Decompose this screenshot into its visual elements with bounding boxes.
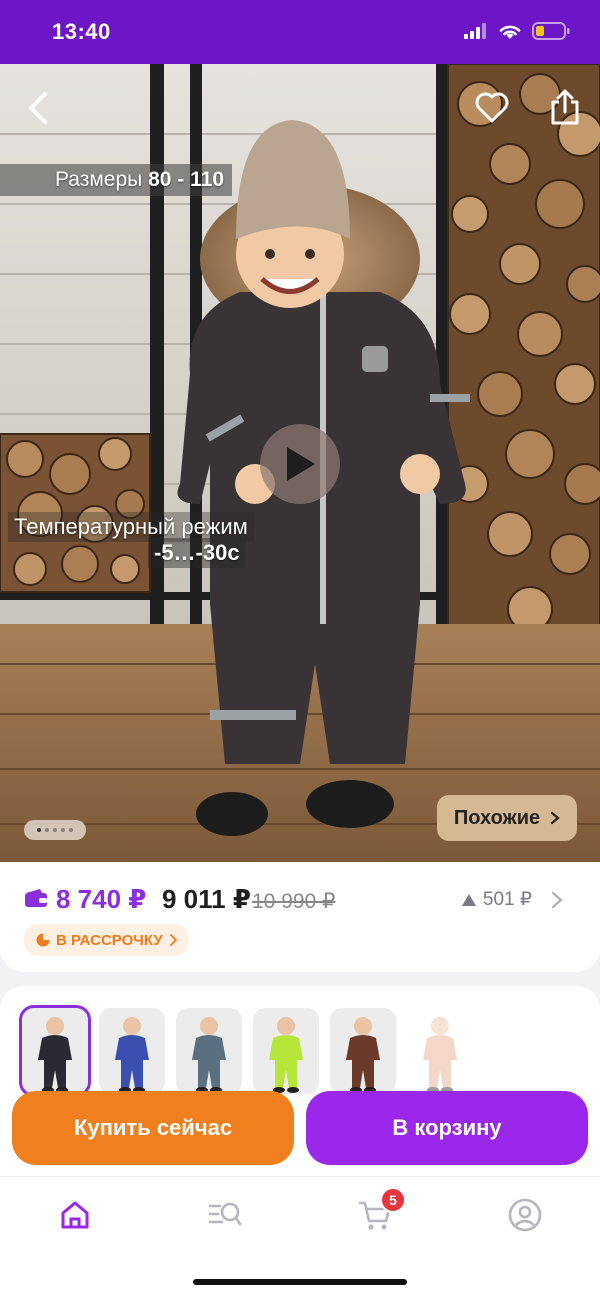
wifi-icon bbox=[499, 25, 521, 39]
status-time: 13:40 bbox=[52, 19, 111, 44]
variant-thumbnail[interactable] bbox=[19, 1005, 91, 1097]
back-button[interactable] bbox=[18, 86, 58, 130]
nav-profile[interactable] bbox=[500, 1195, 550, 1235]
pagination-dot bbox=[45, 828, 49, 832]
overall-figure-icon bbox=[38, 1017, 72, 1093]
price-card: 8 740 ₽ 9 011 ₽ 10 990 ₽ 501 ₽ В РАССРОЧ… bbox=[0, 862, 600, 972]
status-icons bbox=[464, 22, 570, 40]
home-indicator bbox=[193, 1279, 407, 1285]
overall-figure-icon bbox=[423, 1017, 457, 1093]
points-value: 501 ₽ bbox=[482, 889, 532, 910]
pie-chart-icon bbox=[36, 933, 50, 947]
variant-thumbnail[interactable] bbox=[176, 1008, 242, 1094]
chevron-right-icon bbox=[169, 934, 177, 946]
pagination-dot bbox=[37, 828, 41, 832]
chevron-left-icon bbox=[29, 92, 47, 124]
overall-figure-icon bbox=[269, 1017, 303, 1093]
chevron-right-icon bbox=[551, 891, 563, 908]
variant-thumbnail[interactable] bbox=[330, 1008, 396, 1094]
installment-label: В РАССРОЧКУ bbox=[56, 931, 163, 949]
product-gallery[interactable]: Размеры 80 - 110 Температурный режим -5…… bbox=[0, 64, 600, 862]
battery-icon bbox=[532, 22, 570, 40]
gallery-pagination bbox=[24, 820, 86, 840]
chevron-right-icon bbox=[551, 811, 560, 825]
home-icon bbox=[61, 1201, 89, 1229]
catalog-search-icon bbox=[208, 1202, 242, 1226]
play-video-button[interactable] bbox=[260, 424, 340, 504]
temperature-value: -5…-30с bbox=[148, 538, 246, 568]
favorite-button[interactable] bbox=[470, 86, 514, 130]
installment-button[interactable]: В РАССРОЧКУ bbox=[24, 924, 189, 956]
triangle-up-icon bbox=[461, 893, 476, 906]
nav-cart[interactable]: 5 bbox=[350, 1187, 406, 1235]
cart-badge: 5 bbox=[380, 1187, 406, 1213]
variant-thumbnail[interactable] bbox=[253, 1008, 319, 1094]
overall-figure-icon bbox=[115, 1017, 149, 1093]
play-icon bbox=[287, 447, 315, 481]
pagination-dot bbox=[69, 828, 73, 832]
buy-now-button[interactable]: Купить сейчас bbox=[12, 1091, 294, 1165]
sizes-label: Размеры 80 - 110 bbox=[0, 164, 232, 196]
sizes-text: Размеры bbox=[54, 168, 149, 191]
nav-home[interactable] bbox=[50, 1195, 100, 1235]
profile-icon bbox=[508, 1198, 542, 1232]
variant-thumbnail[interactable] bbox=[99, 1008, 165, 1094]
pagination-dot bbox=[53, 828, 57, 832]
regular-price: 9 011 ₽ bbox=[162, 884, 251, 914]
similar-label: Похожие bbox=[453, 806, 541, 829]
add-to-cart-button[interactable]: В корзину bbox=[306, 1091, 588, 1165]
variant-thumbnail[interactable] bbox=[407, 1008, 473, 1094]
heart-icon bbox=[475, 92, 509, 123]
share-button[interactable] bbox=[544, 84, 586, 130]
wallet-icon bbox=[25, 889, 47, 907]
pagination-dot bbox=[61, 828, 65, 832]
signal-icon bbox=[464, 23, 486, 39]
bottom-nav: 5 bbox=[0, 1176, 600, 1298]
similar-button[interactable]: Похожие bbox=[437, 795, 577, 841]
overall-figure-icon bbox=[346, 1017, 380, 1093]
nav-catalog[interactable] bbox=[200, 1195, 250, 1235]
variant-thumbnails bbox=[19, 1005, 473, 1097]
overall-figure-icon bbox=[192, 1017, 226, 1093]
status-bar: 13:40 bbox=[0, 0, 600, 64]
old-price: 10 990 ₽ bbox=[252, 890, 336, 913]
share-icon bbox=[551, 89, 579, 125]
sizes-value: 80 - 110 bbox=[148, 168, 224, 191]
wallet-price: 8 740 ₽ bbox=[56, 884, 147, 914]
points-link[interactable]: 501 ₽ bbox=[461, 888, 564, 911]
